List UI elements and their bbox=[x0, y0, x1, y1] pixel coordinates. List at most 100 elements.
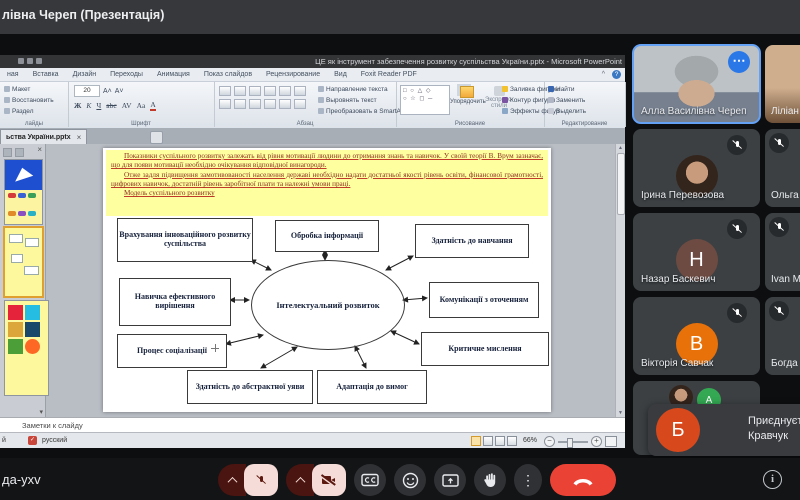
reset-button[interactable]: Восстановить bbox=[0, 95, 68, 106]
strikethrough-button[interactable]: abc bbox=[106, 101, 116, 110]
char-spacing-button[interactable]: AV bbox=[122, 101, 132, 110]
tile-menu-icon[interactable]: ⋯ bbox=[728, 51, 750, 73]
diagram-node[interactable]: Врахування інноваційного розвитку суспіл… bbox=[117, 218, 253, 262]
layout-button[interactable]: Макет bbox=[0, 84, 68, 95]
ribbon-tab-animation[interactable]: Анимация bbox=[150, 71, 197, 78]
spellcheck-icon[interactable]: ✓ bbox=[28, 436, 37, 445]
ppt-title-bar: ЦЕ як інструмент забезпечення розвитку с… bbox=[0, 55, 625, 68]
participant-tile-partial[interactable]: Ліліан bbox=[765, 45, 800, 123]
quick-access-toolbar[interactable] bbox=[18, 58, 42, 64]
diagram-node[interactable]: Здатність до абстрактної уяви bbox=[187, 370, 313, 404]
ribbon-tab-review[interactable]: Рецензирование bbox=[259, 71, 327, 78]
shapes-gallery[interactable]: □ ○ △ ◇○ ☆ ◻ ─ bbox=[400, 85, 450, 115]
select-button[interactable]: Выделить bbox=[544, 106, 625, 117]
zoom-level[interactable]: 66% bbox=[523, 437, 537, 444]
camera-options-button[interactable] bbox=[286, 464, 314, 496]
scrollbar-thumb[interactable] bbox=[617, 153, 625, 215]
section-button[interactable]: Раздел bbox=[0, 106, 68, 117]
bold-button[interactable]: Ж bbox=[74, 101, 81, 110]
ribbon-tab-transitions[interactable]: Переходы bbox=[103, 71, 150, 78]
smartart-icon bbox=[318, 108, 324, 114]
participant-tile[interactable]: В Вікторія Савчак bbox=[633, 297, 760, 375]
mic-toggle-button[interactable] bbox=[244, 464, 278, 496]
camera-toggle-button[interactable] bbox=[312, 464, 346, 496]
arrange-button[interactable]: Упорядочить bbox=[450, 86, 484, 105]
scroll-down-icon[interactable]: ▼ bbox=[616, 410, 625, 416]
font-size-combo[interactable]: 20 bbox=[74, 85, 100, 97]
notes-placeholder: Заметки к слайду bbox=[22, 421, 83, 430]
present-button[interactable] bbox=[434, 464, 466, 496]
more-options-button[interactable]: ⋮ bbox=[514, 464, 542, 496]
scroll-up-icon[interactable]: ▲ bbox=[616, 145, 625, 151]
shrink-font-button[interactable]: A˅ bbox=[115, 88, 124, 95]
zoom-out-button[interactable]: − bbox=[544, 436, 555, 447]
end-call-button[interactable] bbox=[550, 464, 616, 496]
ribbon-tab-foxit[interactable]: Foxit Reader PDF bbox=[354, 71, 424, 78]
underline-button[interactable]: Ч bbox=[96, 101, 101, 110]
slide-thumbnail-current[interactable] bbox=[3, 226, 44, 298]
fit-to-window-button[interactable] bbox=[605, 436, 617, 447]
participant-tile[interactable]: Н Назар Баскевич bbox=[633, 213, 760, 291]
slide-canvas[interactable]: Показники суспільного розвитку залежать … bbox=[103, 148, 551, 412]
grow-font-button[interactable]: A˄ bbox=[103, 88, 112, 95]
align-text-button[interactable]: Выровнять текст bbox=[314, 95, 405, 106]
diagram-node[interactable]: Адаптація до вимог bbox=[317, 370, 427, 404]
new-tab-button[interactable] bbox=[150, 131, 163, 144]
help-icon[interactable]: ? bbox=[612, 70, 621, 79]
view-switcher[interactable] bbox=[471, 436, 517, 446]
ribbon-tab-slideshow[interactable]: Показ слайдов bbox=[197, 71, 259, 78]
notes-pane[interactable]: Заметки к слайду bbox=[0, 417, 625, 433]
smartart-button[interactable]: Преобразовать в SmartArt bbox=[314, 106, 405, 117]
find-button[interactable]: Найти bbox=[544, 84, 625, 95]
italic-button[interactable]: К bbox=[86, 101, 91, 110]
participant-tile[interactable]: ⋯ Алла Василівна Череп bbox=[633, 45, 760, 123]
ribbon-tab-design[interactable]: Дизайн bbox=[66, 71, 104, 78]
ribbon-tab-insert[interactable]: Вставка bbox=[26, 71, 66, 78]
font-color-button[interactable]: A bbox=[150, 100, 155, 111]
ribbon-tab-home[interactable]: ная bbox=[0, 71, 26, 78]
ribbon-minimize-icon[interactable]: ^ bbox=[595, 71, 612, 78]
change-case-button[interactable]: Aa bbox=[137, 101, 146, 110]
ribbon-group-editing: Найти Заменить Выделить Редактирование bbox=[544, 82, 626, 127]
document-tab[interactable]: ьства України.pptx × bbox=[0, 129, 87, 144]
diagram-node[interactable]: Здатність до навчання bbox=[415, 224, 529, 258]
paragraph-buttons[interactable] bbox=[219, 86, 311, 109]
more-options-icon: ⋮ bbox=[521, 472, 535, 489]
share-title-bar: лівна Череп (Презентація) bbox=[0, 0, 800, 34]
status-language[interactable]: русский bbox=[42, 437, 67, 444]
participant-tile[interactable]: Ірина Перевозова bbox=[633, 129, 760, 207]
tab-close-icon[interactable]: × bbox=[77, 133, 82, 142]
diagram-center-ellipse[interactable]: Інтелектуальний розвиток bbox=[251, 260, 405, 350]
slide-thumbnail[interactable] bbox=[4, 159, 43, 225]
paragraph-group-label: Абзац bbox=[214, 121, 396, 127]
mic-off-badge bbox=[727, 135, 747, 155]
mic-options-button[interactable] bbox=[218, 464, 246, 496]
zoom-slider-thumb[interactable] bbox=[567, 438, 573, 448]
slide-thumbnail[interactable] bbox=[4, 300, 49, 396]
editor-scrollbar[interactable]: ▲ ▼ bbox=[615, 144, 625, 417]
zoom-in-button[interactable]: + bbox=[591, 436, 602, 447]
pane-close-icon[interactable]: × bbox=[37, 145, 42, 154]
ppt-status-bar: й ✓ русский 66% − + bbox=[0, 432, 625, 448]
ribbon-tab-view[interactable]: Вид bbox=[327, 71, 354, 78]
reactions-button[interactable] bbox=[394, 464, 426, 496]
ribbon-group-slides: Макет Восстановить Раздел лайды bbox=[0, 82, 69, 127]
participant-tile-partial[interactable]: Богда bbox=[765, 297, 800, 375]
text-direction-button[interactable]: Направление текста bbox=[314, 84, 405, 95]
diagram-node[interactable]: Критичне мислення bbox=[421, 332, 549, 366]
raise-hand-button[interactable] bbox=[474, 464, 506, 496]
captions-button[interactable] bbox=[354, 464, 386, 496]
zoom-slider[interactable] bbox=[558, 441, 588, 443]
participant-tile-partial[interactable]: Ivan M bbox=[765, 213, 800, 291]
mic-off-icon bbox=[773, 305, 785, 317]
replace-button[interactable]: Заменить bbox=[544, 95, 625, 106]
slides-pane-tab-icon[interactable] bbox=[3, 148, 12, 157]
outline-pane-tab-icon[interactable] bbox=[15, 148, 24, 157]
diagram-node[interactable]: Навичка ефективного вирішення bbox=[119, 278, 231, 326]
thumbnail-scroll-down-icon[interactable]: ▾ bbox=[39, 408, 43, 416]
diagram-node[interactable]: Обробка інформації bbox=[275, 220, 379, 252]
participant-tile-partial[interactable]: Ольга bbox=[765, 129, 800, 207]
info-icon[interactable]: i bbox=[763, 470, 782, 489]
arrange-icon bbox=[460, 86, 474, 98]
diagram-node[interactable]: Комунікації з оточенням bbox=[429, 282, 539, 318]
